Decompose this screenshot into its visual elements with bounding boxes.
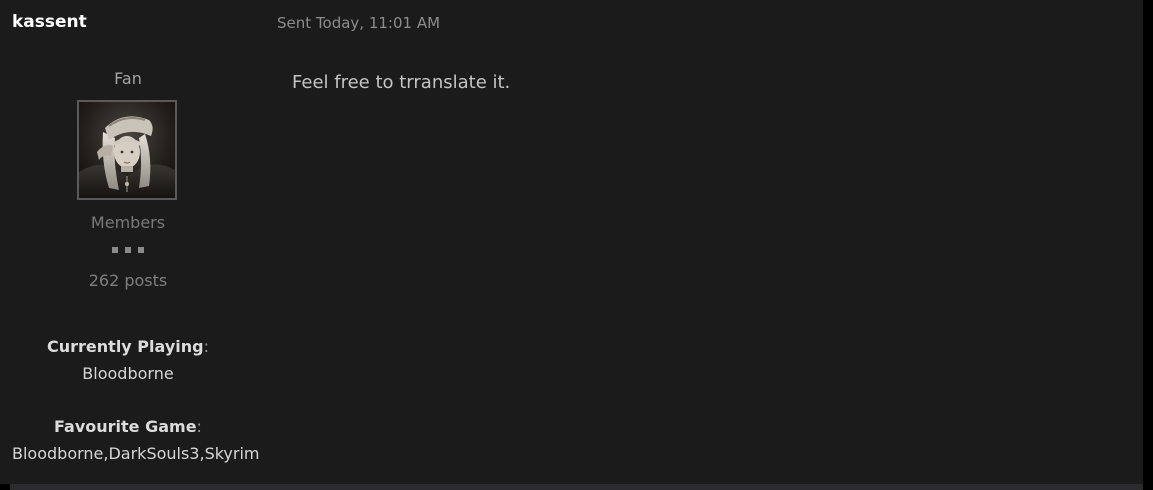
favourite-game-colon: : — [196, 417, 202, 436]
avatar-image — [79, 102, 175, 198]
currently-playing-label: Currently Playing: — [0, 336, 256, 358]
post-date: Sent Today, 11:01 AM — [277, 14, 441, 32]
post-divider — [10, 484, 1143, 490]
member-title: Fan — [114, 69, 142, 88]
rank-pip — [112, 247, 118, 253]
rank-pip — [125, 247, 131, 253]
member-group: Members — [90, 213, 166, 232]
avatar[interactable] — [77, 100, 177, 200]
rank-pip — [138, 247, 144, 253]
favourite-game-label-text: Favourite Game — [54, 417, 197, 436]
currently-playing-colon: : — [203, 337, 209, 356]
favourite-game-value: Bloodborne,DarkSouls3,Skyrim — [12, 444, 260, 463]
currently-playing-value: Bloodborne — [82, 364, 174, 383]
rank-pips — [112, 247, 144, 254]
message-post: kassent Sent Today, 11:01 AM Feel free t… — [0, 0, 1143, 484]
post-body: Feel free to trranslate it. — [292, 72, 511, 93]
currently-playing-label-text: Currently Playing — [47, 337, 204, 356]
favourite-game-label: Favourite Game: — [0, 416, 256, 438]
author-name-link[interactable]: kassent — [12, 11, 87, 33]
post-count: 262 posts — [88, 271, 168, 290]
